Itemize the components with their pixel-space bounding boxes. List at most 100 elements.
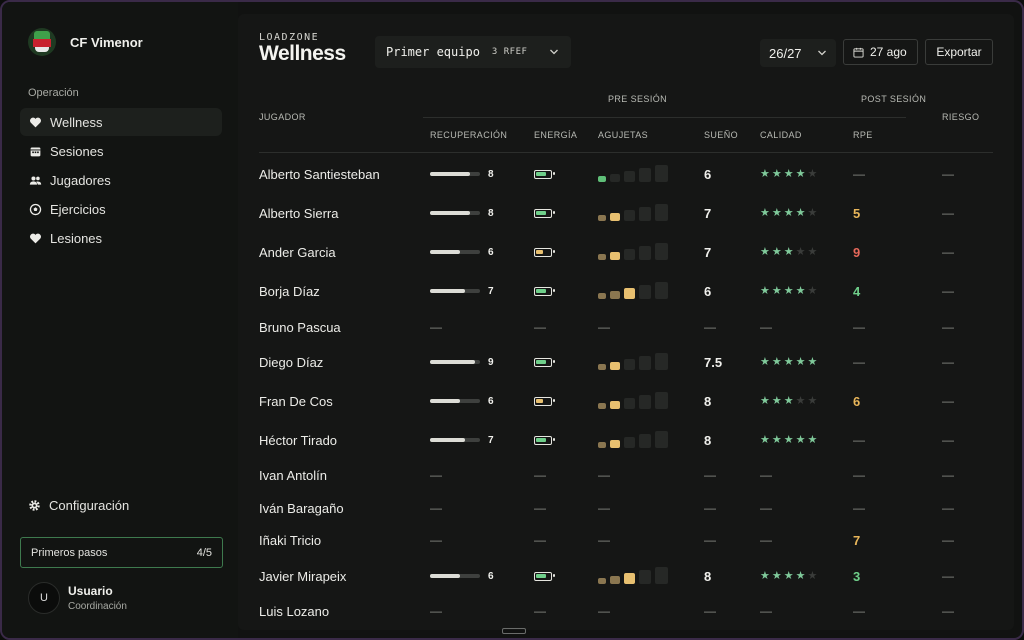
rpe-cell: — bbox=[853, 498, 865, 518]
doms-level bbox=[610, 213, 620, 221]
column-header-risk[interactable]: RIESGO bbox=[942, 112, 979, 122]
player-name[interactable]: Diego Díaz bbox=[259, 352, 323, 372]
column-header-sueno[interactable]: SUEÑO bbox=[704, 130, 738, 140]
sleep-cell: 8 bbox=[704, 391, 711, 411]
sidebar-item-lesiones[interactable]: Lesiones bbox=[20, 224, 222, 252]
doms-level bbox=[639, 356, 651, 370]
table-row[interactable]: Diego Díaz 9 7.5 ★ ★ ★ ★ ★ — — bbox=[238, 352, 1014, 372]
doms-level bbox=[639, 395, 651, 409]
sidebar-item-ejercicios[interactable]: Ejercicios bbox=[20, 195, 222, 223]
table-row[interactable]: Héctor Tirado 7 8 ★ ★ ★ ★ ★ — — bbox=[238, 430, 1014, 450]
recovery-cell: — bbox=[430, 498, 442, 518]
table-row[interactable]: Alberto Sierra 8 7 ★ ★ ★ ★ ★ 5— bbox=[238, 203, 1014, 223]
onboarding-steps-button[interactable]: Primeros pasos 4/5 bbox=[20, 537, 223, 568]
rpe-cell: — bbox=[853, 465, 865, 485]
star-icon: ★ bbox=[771, 167, 782, 180]
empty-value: — bbox=[598, 501, 610, 515]
column-header-recuperacion[interactable]: RECUPERACIÓN bbox=[430, 130, 507, 140]
rpe-cell: 5 bbox=[853, 203, 860, 223]
star-icon: ★ bbox=[795, 394, 806, 407]
doms-level bbox=[624, 210, 635, 221]
table-row[interactable]: Ivan Antolín — — — — — — — bbox=[238, 465, 1014, 485]
column-header-calidad[interactable]: CALIDAD bbox=[760, 130, 802, 140]
player-name[interactable]: Ander Garcia bbox=[259, 242, 336, 262]
star-icon: ★ bbox=[795, 569, 806, 582]
team-select[interactable]: Primer equipo 3 RFEF bbox=[375, 36, 571, 68]
player-name[interactable]: Iñaki Tricio bbox=[259, 530, 321, 550]
table-row[interactable]: Fran De Cos 6 8 ★ ★ ★ ★ ★ 6— bbox=[238, 391, 1014, 411]
battery-icon bbox=[534, 357, 555, 367]
table-row[interactable]: Javier Mirapeix 6 8 ★ ★ ★ ★ ★ 3— bbox=[238, 566, 1014, 586]
sidebar-item-label: Jugadores bbox=[50, 172, 111, 188]
season-select[interactable]: 26/27 bbox=[760, 39, 836, 67]
player-name[interactable]: Alberto Sierra bbox=[259, 203, 338, 223]
battery-fill bbox=[536, 359, 547, 364]
table-row[interactable]: Iñaki Tricio — — — — — 7 — bbox=[238, 530, 1014, 550]
club-header[interactable]: CF Vimenor bbox=[28, 28, 143, 56]
battery-fill bbox=[536, 288, 547, 293]
recovery-bar-fill bbox=[430, 172, 470, 176]
empty-value: — bbox=[430, 604, 442, 618]
player-name[interactable]: Javier Mirapeix bbox=[259, 566, 346, 586]
table-row[interactable]: Borja Díaz 7 6 ★ ★ ★ ★ ★ 4— bbox=[238, 281, 1014, 301]
quality-stars: ★ ★ ★ ★ ★ bbox=[760, 285, 819, 297]
empty-value: — bbox=[430, 468, 442, 482]
battery-fill bbox=[536, 437, 547, 442]
users-icon bbox=[29, 174, 42, 187]
star-icon: ★ bbox=[771, 433, 782, 446]
star-icon: ★ bbox=[783, 206, 794, 219]
empty-value: — bbox=[942, 533, 954, 547]
column-header-energia[interactable]: ENERGÍA bbox=[534, 130, 577, 140]
table-row[interactable]: Luis Lozano — — — — — — — bbox=[238, 601, 1014, 621]
doms-level bbox=[639, 570, 651, 584]
player-name[interactable]: Luis Lozano bbox=[259, 601, 329, 621]
sleep-cell: — bbox=[704, 530, 716, 550]
quality-cell: ★ ★ ★ ★ ★ bbox=[760, 391, 819, 411]
sidebar-item-wellness[interactable]: Wellness bbox=[20, 108, 222, 136]
sleep-cell: 7 bbox=[704, 242, 711, 262]
sidebar-item-sesiones[interactable]: Sesiones bbox=[20, 137, 222, 165]
doms-level bbox=[655, 392, 668, 409]
date-picker-button[interactable]: 27 ago bbox=[843, 39, 918, 65]
table-row[interactable]: Ander Garcia 6 7 ★ ★ ★ ★ ★ 9— bbox=[238, 242, 1014, 262]
sidebar-item-jugadores[interactable]: Jugadores bbox=[20, 166, 222, 194]
player-name[interactable]: Ivan Antolín bbox=[259, 465, 327, 485]
column-header-rpe[interactable]: RPE bbox=[853, 130, 873, 140]
star-icon: ★ bbox=[795, 245, 806, 258]
doms-scale bbox=[598, 352, 672, 372]
player-name[interactable]: Iván Baragaño bbox=[259, 498, 344, 518]
empty-value: — bbox=[853, 355, 865, 369]
recovery-bar bbox=[430, 211, 480, 215]
export-button[interactable]: Exportar bbox=[925, 39, 993, 65]
table-row[interactable]: Iván Baragaño — — — — — — — bbox=[238, 498, 1014, 518]
sidebar-item-configuracion[interactable]: Configuración bbox=[28, 498, 129, 513]
empty-value: — bbox=[704, 468, 716, 482]
battery-icon bbox=[534, 435, 555, 445]
recovery-cell: — bbox=[430, 530, 442, 550]
rpe-value: 9 bbox=[853, 244, 861, 260]
doms-scale bbox=[598, 566, 672, 586]
rpe-value: 4 bbox=[853, 283, 861, 299]
player-name[interactable]: Alberto Santiesteban bbox=[259, 164, 380, 184]
main-panel: LOADZONE Wellness Primer equipo 3 RFEF 2… bbox=[238, 14, 1014, 630]
recovery-bar-fill bbox=[430, 360, 475, 364]
doms-cell bbox=[598, 164, 672, 184]
recovery-bar-fill bbox=[430, 211, 470, 215]
user-profile[interactable]: U Usuario Coordinación bbox=[28, 582, 127, 614]
player-name[interactable]: Héctor Tirado bbox=[259, 430, 337, 450]
player-name[interactable]: Fran De Cos bbox=[259, 391, 333, 411]
energy-cell bbox=[534, 281, 555, 301]
star-icon: ★ bbox=[771, 394, 782, 407]
column-header-player[interactable]: JUGADOR bbox=[259, 112, 306, 122]
scroll-handle[interactable] bbox=[502, 628, 526, 634]
player-name[interactable]: Bruno Pascua bbox=[259, 317, 341, 337]
sidebar-item-label: Ejercicios bbox=[50, 201, 106, 217]
column-header-agujetas[interactable]: AGUJETAS bbox=[598, 130, 648, 140]
recovery-value: 8 bbox=[488, 207, 494, 219]
table-row[interactable]: Bruno Pascua — — — — — — — bbox=[238, 317, 1014, 337]
sleep-value: 7 bbox=[704, 244, 712, 260]
star-icon: ★ bbox=[760, 433, 770, 446]
player-name[interactable]: Borja Díaz bbox=[259, 281, 320, 301]
empty-value: — bbox=[430, 533, 442, 547]
table-row[interactable]: Alberto Santiesteban 8 6 ★ ★ ★ ★ ★ — — bbox=[238, 164, 1014, 184]
